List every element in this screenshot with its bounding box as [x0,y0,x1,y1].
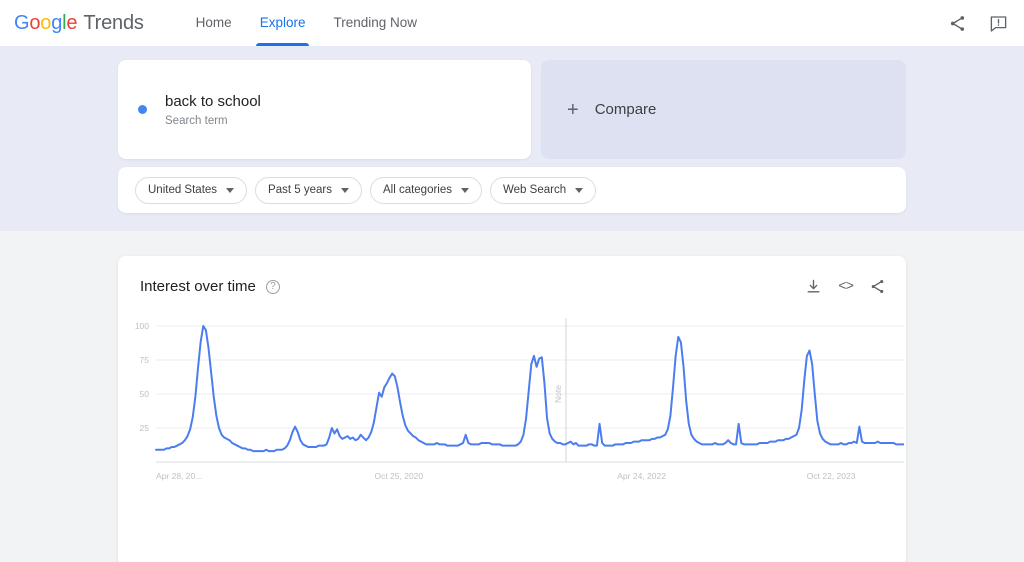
chart-plot-area: 100 75 50 25 Note Apr 28, 20... Oct 25, 2020 Ap… [118,318,906,508]
download-icon[interactable] [805,278,822,295]
filter-time-range[interactable]: Past 5 years [255,176,362,204]
filter-time-range-label: Past 5 years [268,184,332,196]
share-icon[interactable] [948,14,967,33]
results-band: Interest over time ? <> 100 75 50 25 Not… [0,231,1024,562]
x-axis-tick-label: Apr 24, 2022 [617,471,666,481]
interest-over-time-card: Interest over time ? <> 100 75 50 25 Not… [118,256,906,562]
header-actions [948,14,1008,33]
note-annotation-label: Note [553,385,563,403]
chevron-down-icon [340,187,349,193]
embed-icon[interactable]: <> [838,280,854,294]
logo-letter-e: e [66,11,78,34]
filter-search-type-label: Web Search [503,184,567,196]
y-axis-tick-label: 75 [140,355,150,365]
y-axis-tick-label: 50 [140,389,150,399]
filter-category-label: All categories [382,184,453,196]
compare-card[interactable]: + Compare [541,60,906,159]
chevron-down-icon [575,187,584,193]
logo-trends-word: Trends [83,11,144,34]
search-term-label: back to school [165,93,261,111]
plus-icon: + [567,98,579,121]
logo-letter-g: G [14,11,30,34]
filter-search-type[interactable]: Web Search [490,176,597,204]
google-trends-logo[interactable]: Google Trends [14,12,144,35]
nav-item-home[interactable]: Home [182,0,246,46]
x-axis-tick-label: Oct 25, 2020 [374,471,423,481]
chart-title: Interest over time [140,278,256,295]
trend-line [155,325,904,453]
chevron-down-icon [461,187,470,193]
feedback-icon[interactable] [989,14,1008,33]
nav-item-explore[interactable]: Explore [246,0,320,46]
x-axis-tick-label: Oct 22, 2023 [807,471,856,481]
main-nav: Home Explore Trending Now [182,0,431,46]
filter-location-label: United States [148,184,218,196]
logo-letter-o1: o [29,11,41,34]
app-header: Google Trends Home Explore Trending Now [0,0,1024,46]
search-term-card[interactable]: back to school Search term [118,60,531,159]
y-axis-tick-label: 25 [140,423,150,433]
share-icon[interactable] [869,278,886,295]
chart-header: Interest over time ? <> [140,278,886,295]
nav-item-trending-now[interactable]: Trending Now [319,0,431,46]
query-band: back to school Search term + Compare Uni… [0,46,1024,231]
series-color-dot [138,105,147,114]
help-icon[interactable]: ? [265,279,280,294]
logo-letter-o2: o [40,11,52,34]
interest-over-time-chart[interactable]: 100 75 50 25 Note Apr 28, 20... Oct 25, 2020 Ap… [118,318,904,508]
filter-category[interactable]: All categories [369,176,483,204]
filter-location[interactable]: United States [135,176,248,204]
chart-toolbar: <> [805,278,886,295]
compare-label: Compare [594,101,657,118]
search-term-type: Search term [165,114,228,127]
filters-bar: United States Past 5 years All categorie… [118,167,906,213]
search-term-block: back to school Search term [165,92,261,126]
x-axis-tick-label: Apr 28, 20... [156,471,202,481]
query-cards-row: back to school Search term + Compare [0,60,1024,159]
y-axis-tick-label: 100 [135,321,149,331]
logo-letter-g2: g [51,11,63,34]
chevron-down-icon [226,187,235,193]
